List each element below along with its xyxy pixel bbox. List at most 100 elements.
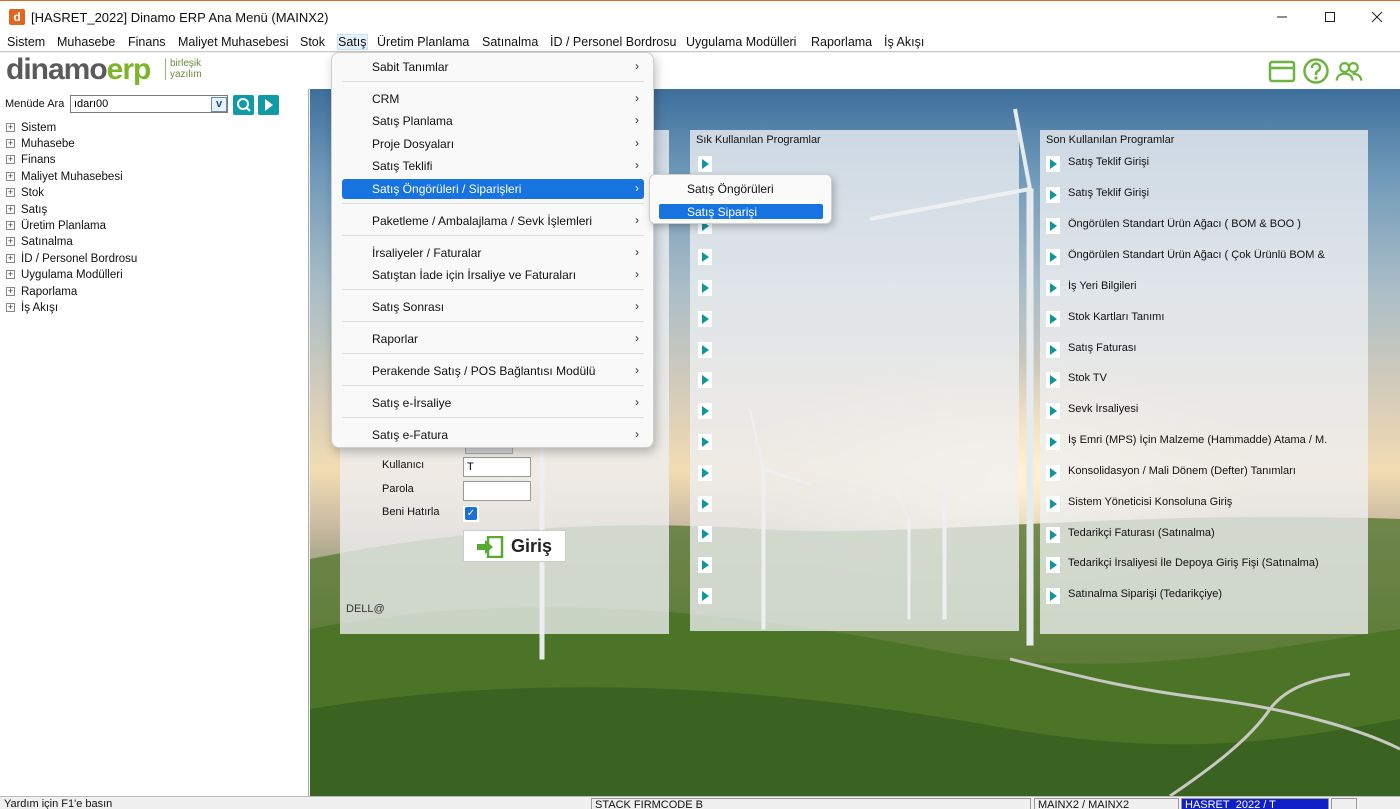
menu-raporlama[interactable]: Raporlama bbox=[811, 35, 872, 49]
go-button[interactable] bbox=[258, 95, 279, 115]
login-icon bbox=[477, 536, 504, 558]
tree-item-is-akisi[interactable]: + İş Akışı bbox=[6, 302, 296, 318]
chevron-right-icon: › bbox=[635, 395, 639, 409]
login-button[interactable]: Giriş bbox=[463, 530, 566, 562]
logo: dinamoerp bbox=[6, 53, 151, 86]
menu-item-satis-sonrasi[interactable]: Satış Sonrası › bbox=[333, 296, 653, 318]
menu-item-satis-ongoruleri-siparisleri[interactable]: Satış Öngörüleri / Siparişleri › bbox=[333, 178, 653, 200]
window-layout-icon[interactable] bbox=[1268, 57, 1296, 85]
tree-item-muhasebe[interactable]: + Muhasebe bbox=[6, 138, 296, 154]
play-icon bbox=[1046, 465, 1060, 481]
menu-sistem[interactable]: Sistem bbox=[7, 35, 45, 49]
status-database: MAINX2 / MAINX2 bbox=[1034, 798, 1179, 809]
submenu-item-satis-siparisi[interactable]: Satış Siparişi bbox=[650, 204, 833, 220]
frequent-slot-12[interactable] bbox=[698, 496, 712, 512]
tree-item-uygulama-modulleri[interactable]: + Uygulama Modülleri bbox=[6, 269, 296, 285]
menu-item-perakende-satis[interactable]: Perakende Satış / POS Bağlantısı Modülü › bbox=[333, 360, 653, 382]
recent-item[interactable]: Satış Teklif Girişi bbox=[1046, 186, 1336, 204]
frequent-slot-9[interactable] bbox=[698, 403, 712, 419]
recent-item[interactable]: Sevk İrsaliyesi bbox=[1046, 402, 1336, 420]
status-extra bbox=[1331, 798, 1357, 809]
logo-subtitle: birleşik yazılım bbox=[165, 58, 215, 80]
menu-item-proje-dosyalari[interactable]: Proje Dosyaları › bbox=[333, 133, 653, 155]
recent-item[interactable]: İş Emri (MPS) İçin Malzeme (Hammadde) At… bbox=[1046, 433, 1336, 451]
status-bar: Yardım için F1'e basın STACK FIRMCODE B … bbox=[0, 796, 1400, 809]
recent-item[interactable]: Sistem Yöneticisi Konsoluna Giriş bbox=[1046, 495, 1336, 513]
frequent-slot-13[interactable] bbox=[698, 526, 712, 542]
frequent-slot-8[interactable] bbox=[698, 372, 712, 388]
menu-item-satis-e-irsaliye[interactable]: Satış e-İrsaliye › bbox=[333, 392, 653, 414]
menu-item-crm[interactable]: CRM › bbox=[333, 88, 653, 110]
recent-item[interactable]: İş Yeri Bilgileri bbox=[1046, 279, 1336, 297]
frequent-slot-10[interactable] bbox=[698, 434, 712, 450]
play-icon bbox=[1046, 311, 1060, 327]
recent-item[interactable]: Öngörülen Standart Ürün Ağacı ( BOM & BO… bbox=[1046, 217, 1336, 235]
menu-uretim-planlama[interactable]: Üretim Planlama bbox=[377, 35, 469, 49]
menu-satis[interactable]: Satış bbox=[337, 34, 368, 50]
menu-maliyet-muhasebesi[interactable]: Maliyet Muhasebesi bbox=[178, 35, 288, 49]
menu-item-sabit-tanimlar[interactable]: Sabit Tanımlar › bbox=[333, 56, 653, 78]
expand-icon: + bbox=[6, 122, 15, 133]
status-user: HASRET_2022 / T bbox=[1181, 798, 1329, 809]
menu-finans[interactable]: Finans bbox=[128, 35, 166, 49]
recent-item[interactable]: Tedarikçi Faturası (Satınalma) bbox=[1046, 526, 1336, 544]
submenu-item-satis-ongoruleri[interactable]: Satış Öngörüleri bbox=[650, 181, 833, 197]
tree-item-satinalma[interactable]: + Satınalma bbox=[6, 236, 296, 252]
frequent-slot-11[interactable] bbox=[698, 465, 712, 481]
play-icon bbox=[1046, 156, 1060, 172]
menu-item-satis-teklifi[interactable]: Satış Teklifi › bbox=[333, 155, 653, 177]
frequent-slot-15[interactable] bbox=[698, 588, 712, 604]
frequent-slot-6[interactable] bbox=[698, 311, 712, 327]
menu-search-input[interactable] bbox=[70, 95, 228, 113]
close-button[interactable] bbox=[1354, 1, 1400, 33]
frequent-slot-1[interactable] bbox=[698, 156, 712, 172]
search-button[interactable] bbox=[233, 95, 254, 115]
tree-item-raporlama[interactable]: + Raporlama bbox=[6, 286, 296, 302]
tree-item-personel-bordrosu[interactable]: + İD / Personel Bordrosu bbox=[6, 253, 296, 269]
recent-item[interactable]: Konsolidasyon / Mali Dönem (Defter) Tanı… bbox=[1046, 464, 1336, 482]
menu-muhasebe[interactable]: Muhasebe bbox=[57, 35, 115, 49]
menu-item-satis-e-fatura[interactable]: Satış e-Fatura › bbox=[333, 424, 653, 446]
menu-item-irsaliyeler-faturalar[interactable]: İrsaliyeler / Faturalar › bbox=[333, 242, 653, 264]
tree-item-uretim-planlama[interactable]: + Üretim Planlama bbox=[6, 220, 296, 236]
menu-uygulama-modulleri[interactable]: Uygulama Modülleri bbox=[686, 35, 796, 49]
menu-item-paketleme[interactable]: Paketleme / Ambalajlama / Sevk İşlemleri… bbox=[333, 210, 653, 232]
frequent-slot-4[interactable] bbox=[698, 249, 712, 265]
password-input[interactable] bbox=[463, 481, 531, 501]
user-input[interactable] bbox=[463, 457, 531, 477]
remember-checkbox[interactable] bbox=[463, 506, 479, 522]
menu-item-satis-planlama[interactable]: Satış Planlama › bbox=[333, 110, 653, 132]
menu-personel-bordrosu[interactable]: İD / Personel Bordrosu bbox=[550, 35, 676, 49]
frequent-slot-7[interactable] bbox=[698, 342, 712, 358]
app-icon: d bbox=[9, 9, 25, 25]
help-icon[interactable] bbox=[1302, 57, 1330, 85]
minimize-button[interactable] bbox=[1259, 1, 1305, 33]
recent-item[interactable]: Satınalma Siparişi (Tedarikçiye) bbox=[1046, 587, 1336, 605]
tree-item-stok[interactable]: + Stok bbox=[6, 187, 296, 203]
menu-item-satistan-iade[interactable]: Satıştan İade için İrsaliye ve Faturalar… bbox=[333, 264, 653, 286]
window-title: [HASRET_2022] Dinamo ERP Ana Menü (MAINX… bbox=[31, 10, 329, 25]
recent-item[interactable]: Satış Faturası bbox=[1046, 341, 1336, 359]
menu-stok[interactable]: Stok bbox=[300, 35, 325, 49]
tree-item-finans[interactable]: + Finans bbox=[6, 154, 296, 170]
recent-item[interactable]: Satış Teklif Girişi bbox=[1046, 155, 1336, 173]
frequent-slot-14[interactable] bbox=[698, 557, 712, 573]
recent-item[interactable]: Öngörülen Standart Ürün Ağacı ( Çok Ürün… bbox=[1046, 248, 1336, 266]
frequent-slot-5[interactable] bbox=[698, 280, 712, 296]
users-icon[interactable] bbox=[1335, 57, 1363, 85]
expand-icon: + bbox=[6, 154, 15, 165]
recent-item[interactable]: Tedarikçi İrsaliyesi İle Depoya Giriş Fi… bbox=[1046, 556, 1336, 574]
menu-item-raporlar[interactable]: Raporlar › bbox=[333, 328, 653, 350]
recent-item[interactable]: Stok TV bbox=[1046, 371, 1336, 389]
menu-is-akisi[interactable]: İş Akışı bbox=[884, 35, 924, 49]
tree-item-sistem[interactable]: + Sistem bbox=[6, 122, 296, 138]
tree-item-satis[interactable]: + Satış bbox=[6, 204, 296, 220]
close-icon bbox=[1371, 11, 1383, 23]
menu-satinalma[interactable]: Satınalma bbox=[482, 35, 538, 49]
search-dropdown-button[interactable]: v bbox=[211, 97, 227, 112]
chevron-right-icon: › bbox=[635, 427, 639, 441]
play-icon bbox=[1046, 372, 1060, 388]
recent-item[interactable]: Stok Kartları Tanımı bbox=[1046, 310, 1336, 328]
tree-item-maliyet-muhasebesi[interactable]: + Maliyet Muhasebesi bbox=[6, 171, 296, 187]
maximize-button[interactable] bbox=[1307, 1, 1353, 33]
